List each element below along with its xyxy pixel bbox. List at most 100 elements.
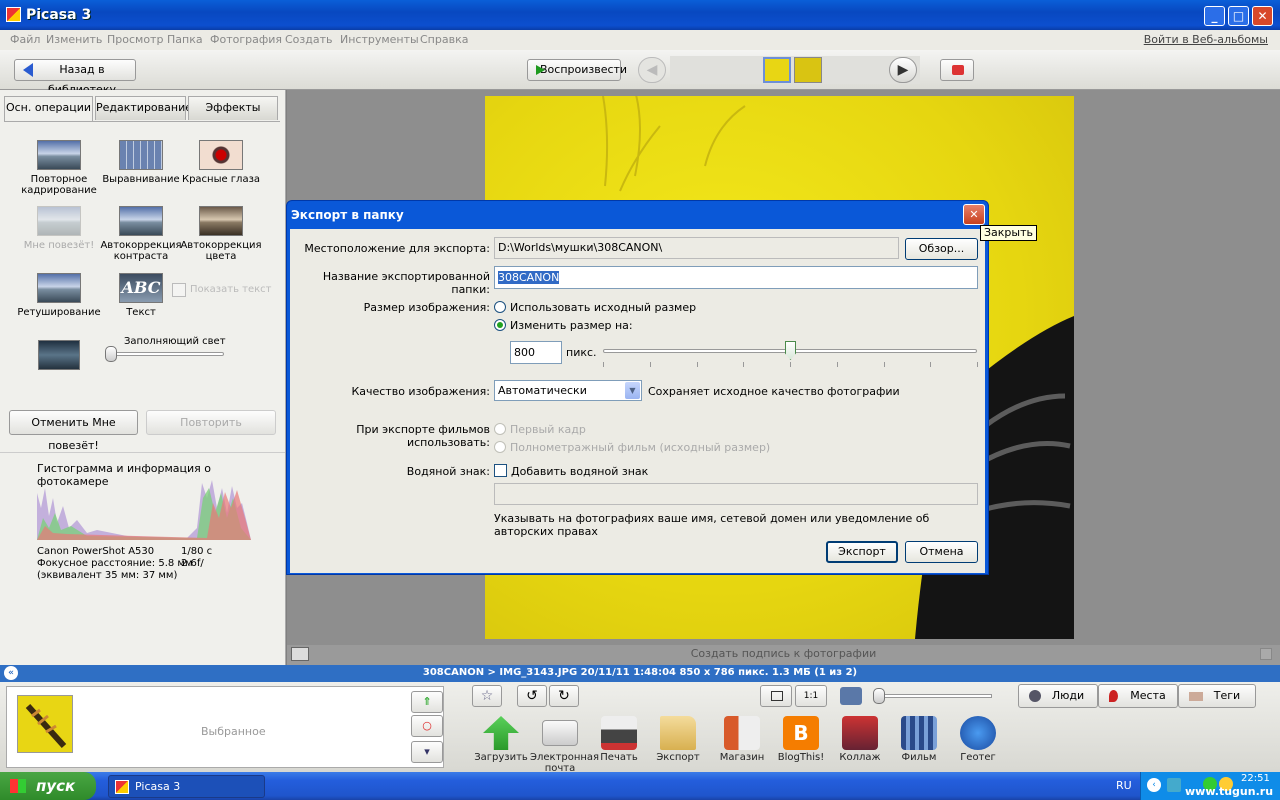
- original-size-radio[interactable]: [494, 301, 506, 313]
- add-to-album-icon[interactable]: ▾: [411, 741, 443, 763]
- first-frame-label: Первый кадр: [510, 423, 586, 436]
- start-button[interactable]: пуск: [0, 772, 96, 800]
- menu-bar: Файл Изменить Просмотр Папка Фотография …: [0, 30, 1280, 50]
- menu-edit[interactable]: Изменить: [46, 33, 102, 46]
- menu-folder[interactable]: Папка: [167, 33, 203, 46]
- menu-tools[interactable]: Инструменты: [340, 33, 419, 46]
- export-button[interactable]: Экспорт: [826, 541, 898, 563]
- menu-file[interactable]: Файл: [10, 33, 40, 46]
- export-location-label: Местоположение для экспорта:: [304, 242, 490, 255]
- picasa-icon: [115, 780, 129, 794]
- previous-photo-button[interactable]: ◀: [638, 57, 666, 83]
- movie-button[interactable]: Фильм: [889, 716, 949, 763]
- collapse-panel-icon[interactable]: «: [4, 666, 18, 680]
- web-albums-link[interactable]: Войти в Веб-альбомы: [1144, 33, 1268, 46]
- tab-effects[interactable]: Эффекты: [188, 96, 278, 120]
- fit-view-icon[interactable]: [760, 685, 792, 707]
- auto-contrast-tool[interactable]: Автокоррекция контраста: [96, 206, 186, 262]
- fill-light-slider[interactable]: [108, 352, 224, 356]
- tray-expand-icon[interactable]: ‹: [1147, 778, 1161, 792]
- crop-tool[interactable]: Повторное кадрирование: [14, 140, 104, 196]
- places-tab-button[interactable]: Места: [1098, 684, 1178, 708]
- bottom-tray: Выбранное ⇑ ○ ▾ ☆ ↺ ↻ 1:1 Люди Места Тег…: [0, 682, 1280, 774]
- export-location-field: D:\Worlds\мушки\308CANON\: [494, 237, 899, 259]
- language-indicator[interactable]: RU: [1116, 779, 1132, 792]
- taskbar-picasa-item[interactable]: Picasa 3: [108, 775, 265, 798]
- camera-shutter: 1/80 с: [181, 546, 213, 557]
- photo-caption-bar[interactable]: Создать подпись к фотографии: [287, 645, 1280, 665]
- upload-button[interactable]: Загрузить: [471, 716, 531, 763]
- geotag-button[interactable]: Геотег: [948, 716, 1008, 763]
- lucky-icon: [37, 206, 81, 236]
- actual-size-button[interactable]: 1:1: [795, 685, 827, 707]
- auto-contrast-icon: [119, 206, 163, 236]
- shop-button[interactable]: Магазин: [712, 716, 772, 763]
- next-photo-button[interactable]: ▶: [889, 57, 917, 83]
- zoom-slider-handle[interactable]: [873, 688, 885, 704]
- filmstrip-thumb-1[interactable]: [763, 57, 791, 83]
- upload-icon: [483, 716, 519, 750]
- hold-pin-icon[interactable]: ⇑: [411, 691, 443, 713]
- straighten-tool[interactable]: Выравнивание: [96, 140, 186, 185]
- people-tab-button[interactable]: Люди: [1018, 684, 1098, 708]
- tray-thumbnail[interactable]: [17, 695, 73, 753]
- red-flag-icon[interactable]: [940, 59, 974, 81]
- size-pixels-input[interactable]: 800: [510, 341, 562, 364]
- network-icon: [1167, 778, 1181, 792]
- clear-tray-icon[interactable]: ○: [411, 715, 443, 737]
- menu-help[interactable]: Справка: [420, 33, 468, 46]
- maximize-button[interactable]: □: [1228, 6, 1249, 26]
- print-button[interactable]: Печать: [589, 716, 649, 763]
- redeye-tool[interactable]: Красные глаза: [176, 140, 266, 185]
- tab-tuning[interactable]: Редактирование: [95, 96, 192, 120]
- caption-placeholder: Создать подпись к фотографии: [690, 647, 877, 660]
- image-quality-select[interactable]: Автоматически ▼: [494, 380, 642, 401]
- zoom-icon: [840, 687, 862, 705]
- filmstrip-thumb-2[interactable]: [794, 57, 822, 83]
- first-frame-radio: [494, 423, 506, 435]
- resize-radio[interactable]: [494, 319, 506, 331]
- globe-icon: [960, 716, 996, 750]
- slider-tick: [649, 362, 651, 367]
- retouch-tool[interactable]: Ретуширование: [14, 273, 104, 318]
- collage-button[interactable]: Коллаж: [830, 716, 890, 763]
- email-button[interactable]: Электронная почта: [530, 716, 599, 774]
- fill-light-slider-handle[interactable]: [105, 346, 117, 362]
- window-close-button[interactable]: ✕: [1252, 6, 1273, 26]
- minimize-button[interactable]: _: [1204, 6, 1225, 26]
- folder-icon: [660, 716, 696, 750]
- image-quality-value: Автоматически: [498, 384, 587, 397]
- menu-create[interactable]: Создать: [285, 33, 333, 46]
- text-abc-icon: ABC: [119, 273, 163, 303]
- window-title: Picasa 3: [26, 7, 92, 23]
- add-watermark-checkbox[interactable]: [494, 464, 507, 477]
- play-slideshow-button[interactable]: Воспроизвести: [527, 59, 627, 81]
- keyboard-icon[interactable]: [291, 647, 309, 661]
- back-to-library-button[interactable]: Назад в библиотеку: [14, 59, 136, 96]
- image-size-slider-handle[interactable]: [785, 341, 796, 360]
- trash-icon[interactable]: [1260, 648, 1272, 660]
- menu-photo[interactable]: Фотография: [210, 33, 282, 46]
- image-size-label: Размер изображения:: [363, 301, 490, 314]
- export-button[interactable]: Экспорт: [648, 716, 708, 763]
- slider-tick: [603, 362, 604, 367]
- blogthis-button[interactable]: B BlogThis!: [771, 716, 831, 763]
- folder-name-input[interactable]: 308CANON: [494, 266, 978, 289]
- auto-color-tool[interactable]: Автокоррекция цвета: [176, 206, 266, 262]
- slider-tick: [743, 362, 745, 367]
- undo-button[interactable]: Отменить Мне повезёт!: [9, 410, 138, 452]
- people-icon: [1029, 690, 1041, 702]
- tab-basic-fixes[interactable]: Осн. операции: [4, 96, 93, 122]
- zoom-slider[interactable]: [876, 694, 992, 698]
- browse-button[interactable]: Обзор...: [905, 238, 978, 260]
- dialog-close-button[interactable]: ✕: [963, 204, 985, 225]
- menu-view[interactable]: Просмотр: [107, 33, 163, 46]
- cancel-button[interactable]: Отмена: [905, 541, 978, 563]
- slider-tick: [883, 362, 885, 367]
- tags-tab-button[interactable]: Теги: [1178, 684, 1256, 708]
- star-icon[interactable]: ☆: [472, 685, 502, 707]
- rotate-right-icon[interactable]: ↻: [549, 685, 579, 707]
- rotate-left-icon[interactable]: ↺: [517, 685, 547, 707]
- crop-icon: [37, 140, 81, 170]
- left-edit-panel: Осн. операции Редактирование Эффекты Пов…: [0, 90, 286, 665]
